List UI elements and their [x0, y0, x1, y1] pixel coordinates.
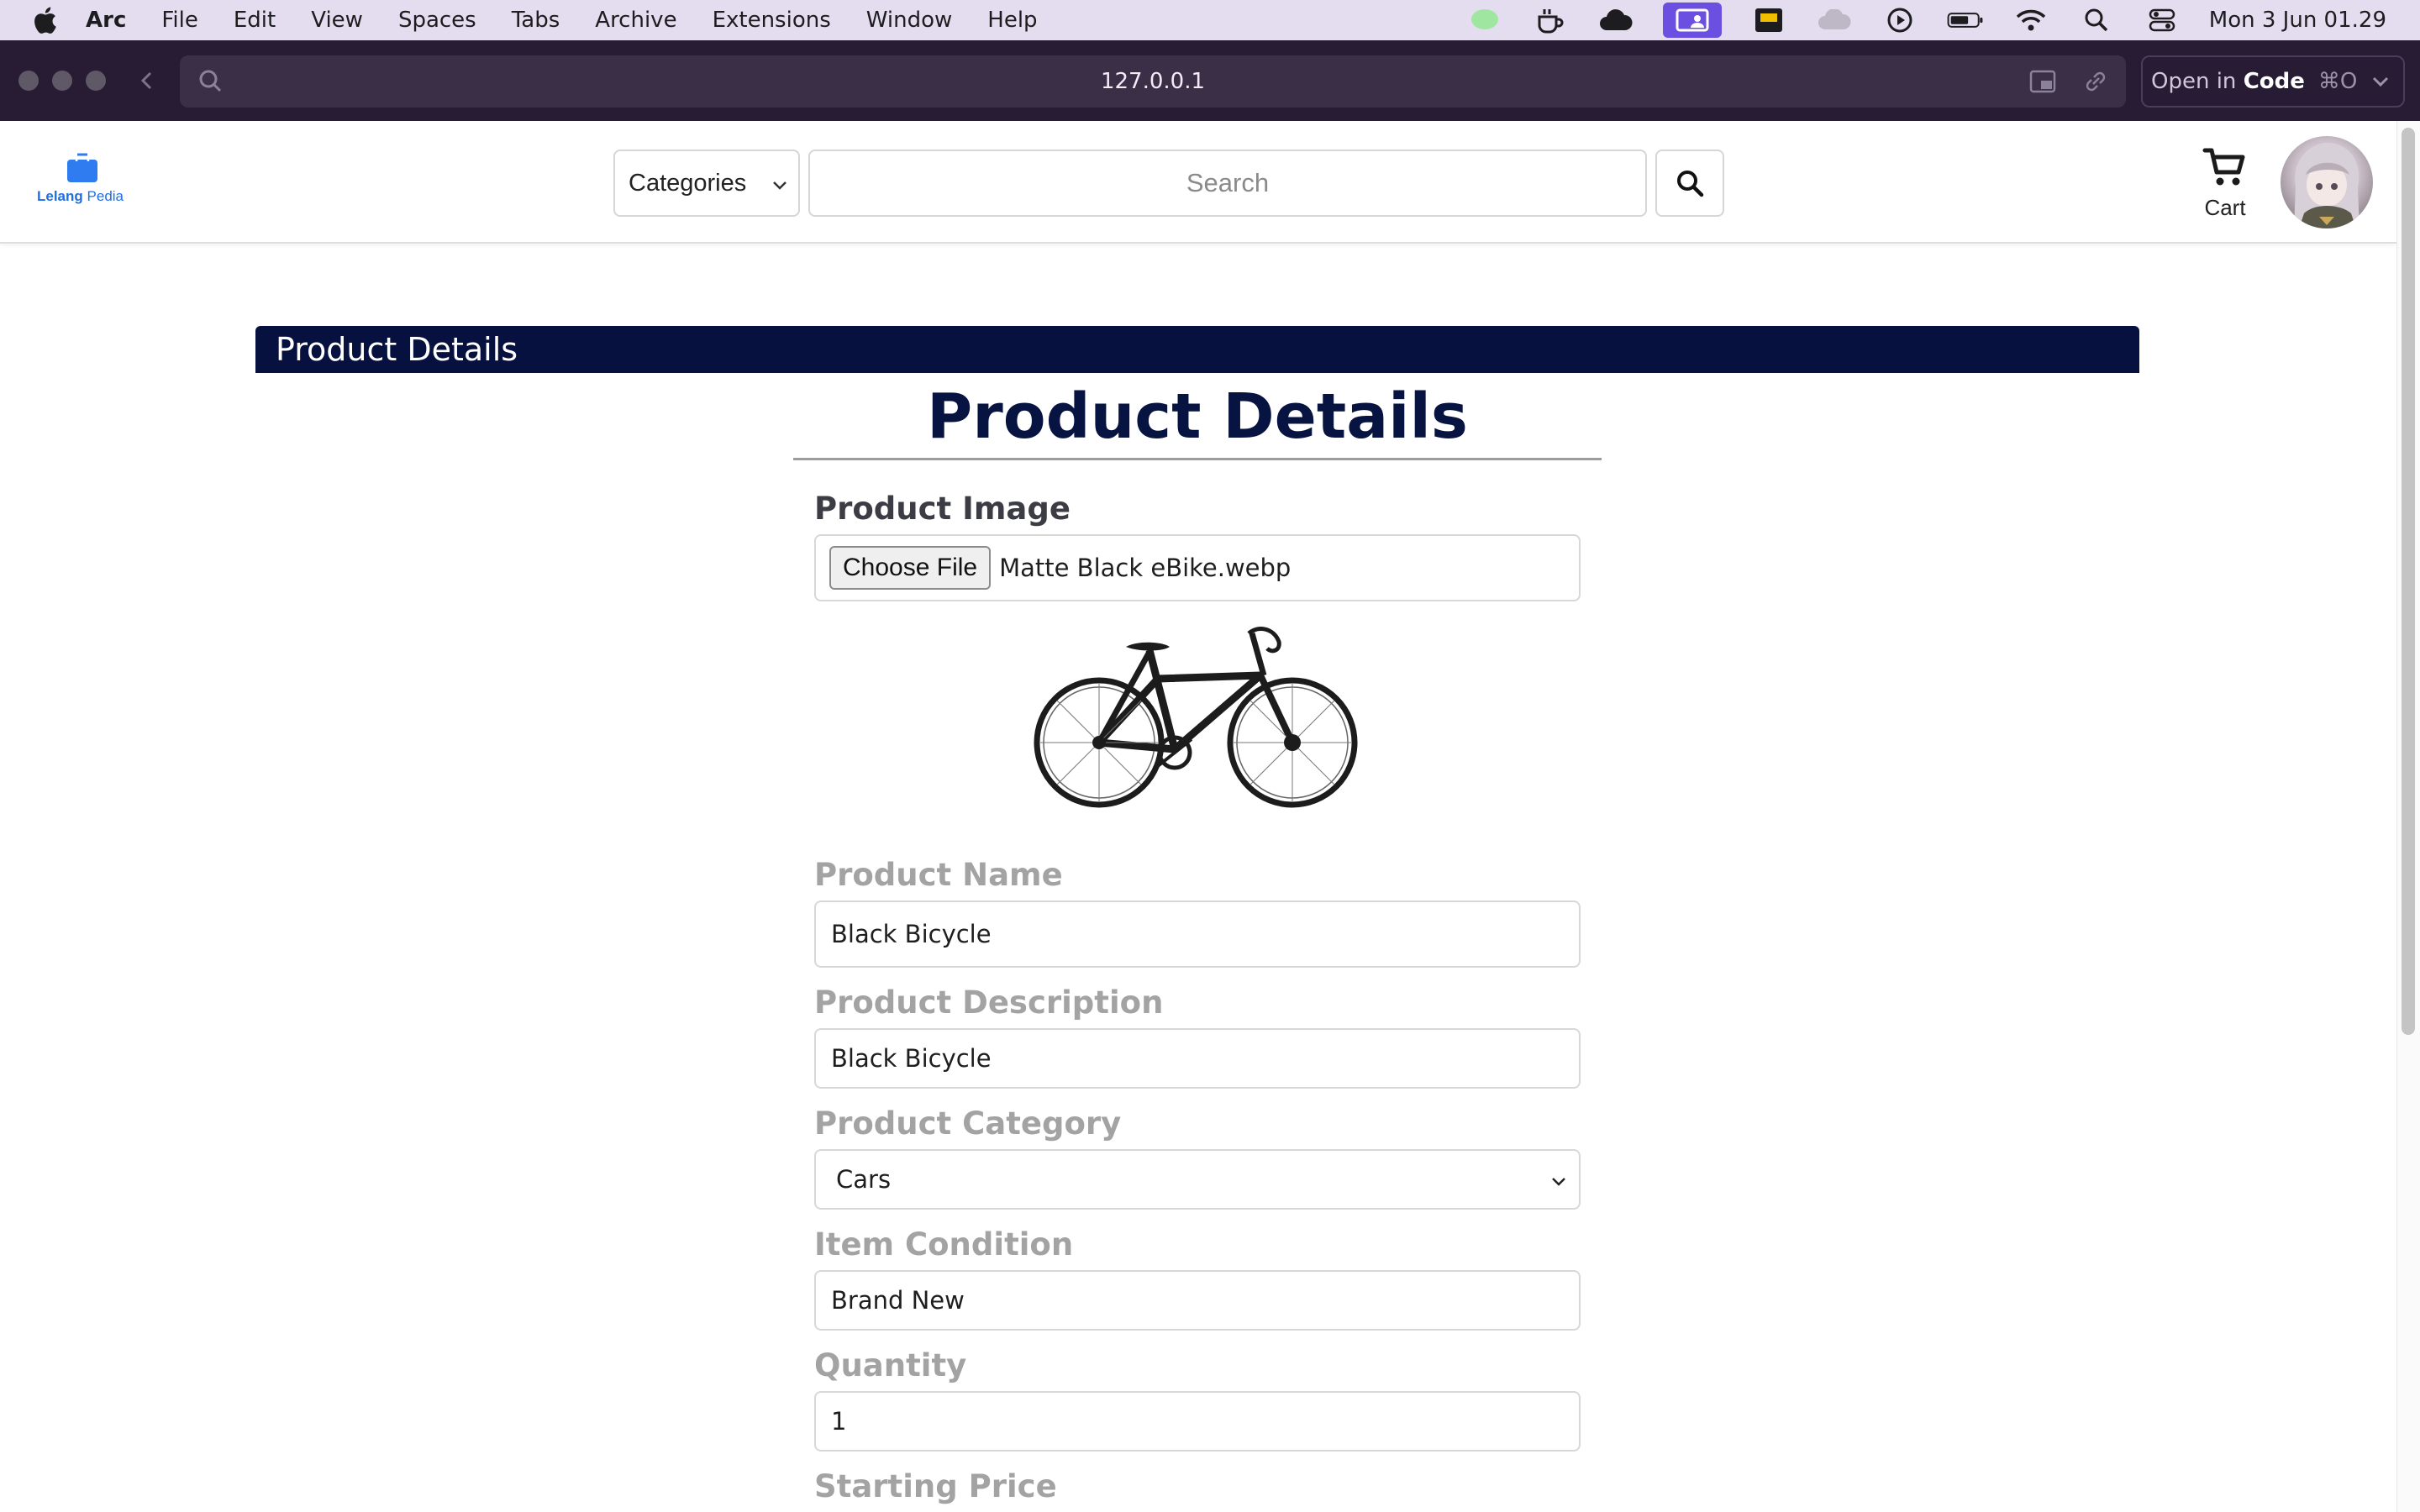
battery-icon[interactable]: [1947, 6, 1984, 34]
avatar-illustration: [2294, 142, 2360, 228]
menu-spaces[interactable]: Spaces: [398, 8, 476, 33]
categories-dropdown[interactable]: Categories: [613, 150, 800, 217]
scrollbar-thumb[interactable]: [2402, 128, 2415, 1035]
menu-app-name[interactable]: Arc: [86, 8, 126, 33]
chevron-down-icon: [773, 181, 786, 190]
cloud-outline-icon[interactable]: [1816, 6, 1853, 34]
url-text: 127.0.0.1: [1100, 69, 1206, 94]
logo-word-pedia: Pedia: [87, 188, 124, 204]
selected-file-name: Matte Black eBike.webp: [999, 554, 1292, 582]
product-image-label: Product Image: [814, 491, 1071, 527]
menu-tabs[interactable]: Tabs: [512, 8, 560, 33]
open-in-prefix: Open in: [2151, 69, 2237, 94]
search-input[interactable]: [808, 150, 1647, 217]
picture-in-picture-icon[interactable]: [2028, 67, 2059, 96]
item-condition-input[interactable]: [814, 1270, 1581, 1331]
screen-share-icon[interactable]: [1662, 3, 1722, 38]
zoom-window-button[interactable]: [86, 71, 106, 91]
cloud-icon[interactable]: [1597, 6, 1634, 34]
search-icon: [1677, 171, 1704, 197]
back-arrow-icon[interactable]: [134, 68, 160, 93]
shopping-cart-icon: [2202, 148, 2245, 186]
logo-wordmark: Lelang Pedia: [37, 188, 124, 205]
chevron-down-icon: [1552, 1178, 1565, 1186]
cart-label: Cart: [2204, 195, 2246, 220]
item-condition-label: Item Condition: [814, 1226, 1074, 1263]
minimize-window-button[interactable]: [52, 71, 72, 91]
search-button[interactable]: [1655, 150, 1724, 217]
product-image-preview: [1034, 627, 1358, 808]
product-name-label: Product Name: [814, 857, 1063, 893]
menu-extensions[interactable]: Extensions: [713, 8, 831, 33]
menu-edit[interactable]: Edit: [234, 8, 276, 33]
control-center-icon[interactable]: [2144, 6, 2181, 34]
product-name-input[interactable]: [814, 900, 1581, 968]
quantity-label: Quantity: [814, 1347, 967, 1383]
product-category-value: Cars: [836, 1165, 892, 1194]
close-window-button[interactable]: [18, 71, 39, 91]
logo-word-lelang: Lelang: [37, 188, 83, 204]
open-in-label: Open in Code: [2151, 69, 2305, 94]
open-in-code-button[interactable]: Open in Code ⌘O: [2141, 55, 2405, 108]
open-in-app: Code: [2243, 69, 2305, 94]
product-category-label: Product Category: [814, 1105, 1122, 1142]
starting-price-label: Starting Price: [814, 1468, 1057, 1504]
choose-file-button[interactable]: Choose File: [829, 546, 992, 590]
chevron-down-icon[interactable]: [2368, 69, 2393, 94]
cart-button[interactable]: Cart: [2188, 146, 2262, 222]
site-header: Lelang Pedia Categories Cart: [0, 121, 2396, 244]
site-logo[interactable]: Lelang Pedia: [37, 153, 138, 212]
page-viewport: Lelang Pedia Categories Cart: [0, 121, 2420, 1512]
quantity-input[interactable]: [814, 1391, 1581, 1452]
product-image-file-input[interactable]: Choose File Matte Black eBike.webp: [814, 534, 1581, 601]
page-title: Product Details: [793, 373, 1602, 460]
user-avatar[interactable]: [2281, 136, 2373, 228]
browser-toolbar: 127.0.0.1 Open in Code ⌘O: [0, 40, 2420, 121]
menu-view[interactable]: View: [311, 8, 363, 33]
apple-logo-icon[interactable]: [32, 6, 57, 34]
open-in-shortcut: ⌘O: [2317, 69, 2358, 94]
section-banner: Product Details: [255, 326, 2139, 373]
shopping-bag-icon: [67, 153, 97, 182]
menu-archive[interactable]: Archive: [595, 8, 676, 33]
drive-icon[interactable]: [1750, 6, 1787, 34]
menu-file[interactable]: File: [161, 8, 198, 33]
line-app-icon[interactable]: [1466, 6, 1503, 34]
product-description-label: Product Description: [814, 984, 1164, 1021]
categories-dropdown-label: Categories: [629, 169, 747, 197]
play-icon[interactable]: [1881, 6, 1918, 34]
address-bar[interactable]: 127.0.0.1: [180, 55, 2126, 108]
product-description-input[interactable]: [814, 1028, 1581, 1089]
page-scrollbar[interactable]: [2396, 121, 2420, 1512]
macos-menu-bar: Arc File Edit View Spaces Tabs Archive E…: [0, 0, 2420, 40]
wifi-icon[interactable]: [2012, 6, 2049, 34]
menu-bar-clock[interactable]: Mon 3 Jun 01.29: [2209, 8, 2386, 33]
copy-link-icon[interactable]: [2081, 67, 2111, 96]
product-category-select[interactable]: Cars: [814, 1149, 1581, 1210]
coffee-icon[interactable]: [1532, 6, 1569, 34]
menu-window[interactable]: Window: [866, 8, 953, 33]
spotlight-search-icon[interactable]: [2078, 6, 2115, 34]
menu-help[interactable]: Help: [987, 8, 1037, 33]
window-controls: [18, 71, 106, 91]
